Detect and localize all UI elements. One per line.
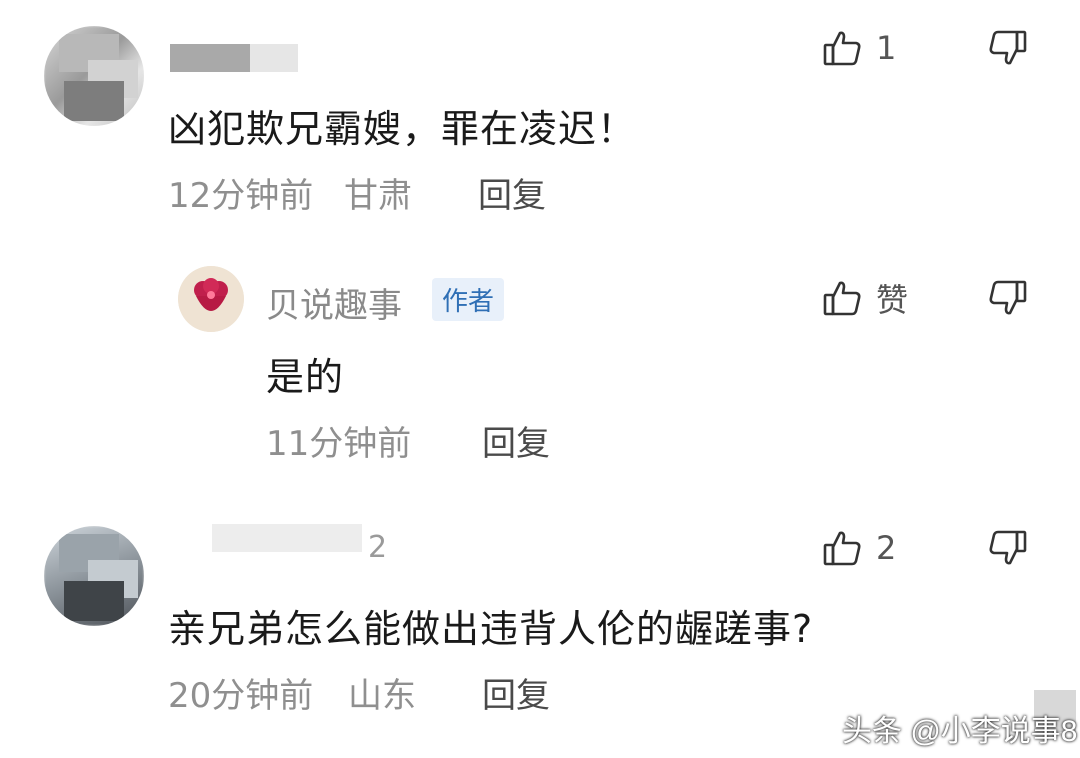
thumbs-down-icon[interactable] bbox=[988, 528, 1028, 568]
like-button[interactable]: 赞 bbox=[822, 276, 908, 320]
like-count: 1 bbox=[876, 29, 897, 67]
author-reply: 贝说趣事 作者 是的 11分钟前 回复 赞 bbox=[0, 230, 1080, 480]
avatar[interactable] bbox=[44, 526, 144, 626]
flower-icon bbox=[178, 266, 244, 332]
username-masked[interactable] bbox=[170, 44, 250, 72]
like-count: 2 bbox=[876, 529, 897, 567]
comment-text: 亲兄弟怎么能做出违背人伦的龌蹉事? bbox=[168, 607, 814, 651]
username-masked bbox=[250, 44, 298, 72]
like-button[interactable]: 2 bbox=[822, 526, 896, 570]
comment-1: 凶犯欺兄霸嫂，罪在凌迟！ 12分钟前 甘肃 回复 1 bbox=[0, 0, 1080, 230]
reply-button[interactable]: 回复 bbox=[482, 416, 550, 465]
avatar[interactable] bbox=[44, 26, 144, 126]
thumbs-up-icon bbox=[823, 281, 861, 316]
watermark: 头条 @小李说事8 bbox=[842, 715, 1078, 748]
comment-location: 甘肃 bbox=[344, 176, 412, 216]
comment-time: 20分钟前 bbox=[168, 676, 314, 716]
author-name[interactable]: 贝说趣事 bbox=[266, 278, 402, 327]
thumbs-down-icon[interactable] bbox=[988, 28, 1028, 68]
author-avatar[interactable] bbox=[178, 266, 244, 332]
username-masked[interactable] bbox=[212, 524, 362, 552]
comment-time: 12分钟前 bbox=[168, 176, 314, 216]
thumbs-up-icon bbox=[823, 531, 861, 566]
comment-time: 11分钟前 bbox=[266, 424, 412, 464]
comment-location: 山东 bbox=[348, 676, 416, 716]
comment-text: 凶犯欺兄霸嫂，罪在凌迟！ bbox=[168, 107, 637, 151]
thumbs-down-icon[interactable] bbox=[988, 278, 1028, 318]
reply-button[interactable]: 回复 bbox=[482, 668, 550, 717]
reply-button[interactable]: 回复 bbox=[478, 168, 546, 217]
username-fragment: 2 bbox=[368, 530, 388, 565]
comment-text: 是的 bbox=[266, 355, 345, 399]
like-button[interactable]: 1 bbox=[822, 26, 896, 70]
like-label: 赞 bbox=[876, 281, 909, 319]
thumbs-up-icon bbox=[823, 31, 861, 66]
author-badge: 作者 bbox=[432, 278, 505, 321]
